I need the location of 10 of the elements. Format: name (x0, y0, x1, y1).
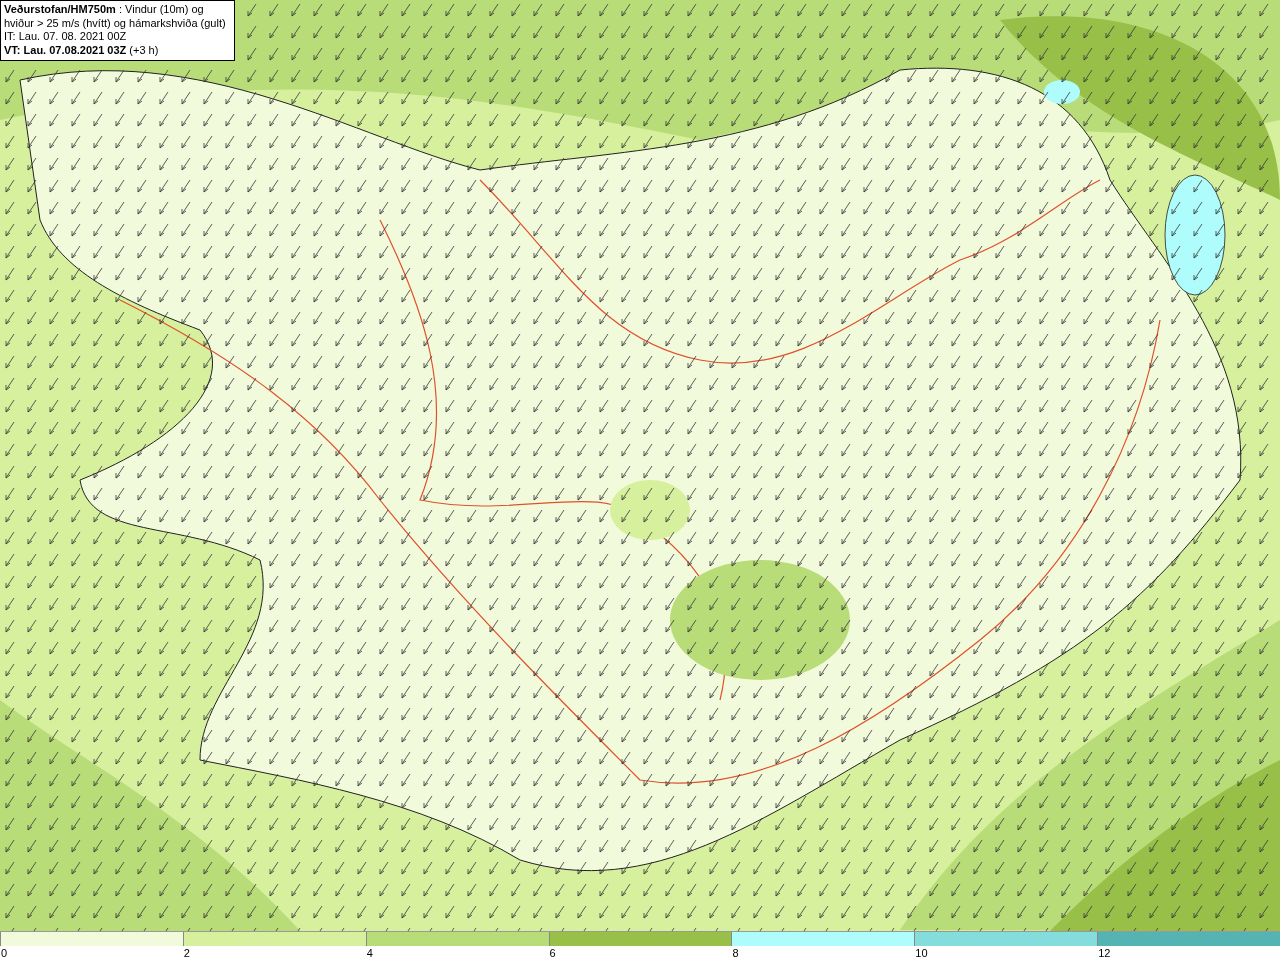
legend-tick-label: 4 (365, 946, 373, 960)
legend-tick-label: 8 (731, 946, 739, 960)
caption-title: Veðurstofan/HM750m : Vindur (10m) og hviður > 25 m/s (hvítt) og hámarkshviða (gult) (4, 3, 227, 30)
legend-tick-label: 6 (548, 946, 556, 960)
legend-tick-label: 10 (914, 946, 928, 960)
issue-time: IT: Lau. 07. 08. 2021 00Z (4, 30, 128, 44)
legend-tick-label: 0 (0, 946, 8, 960)
valid-time: VT: Lau. 07.08.2021 03Z (+3 h) (4, 43, 160, 57)
legend-tick-label: 12 (1097, 946, 1111, 960)
legend-tick-label: 2 (182, 946, 190, 960)
